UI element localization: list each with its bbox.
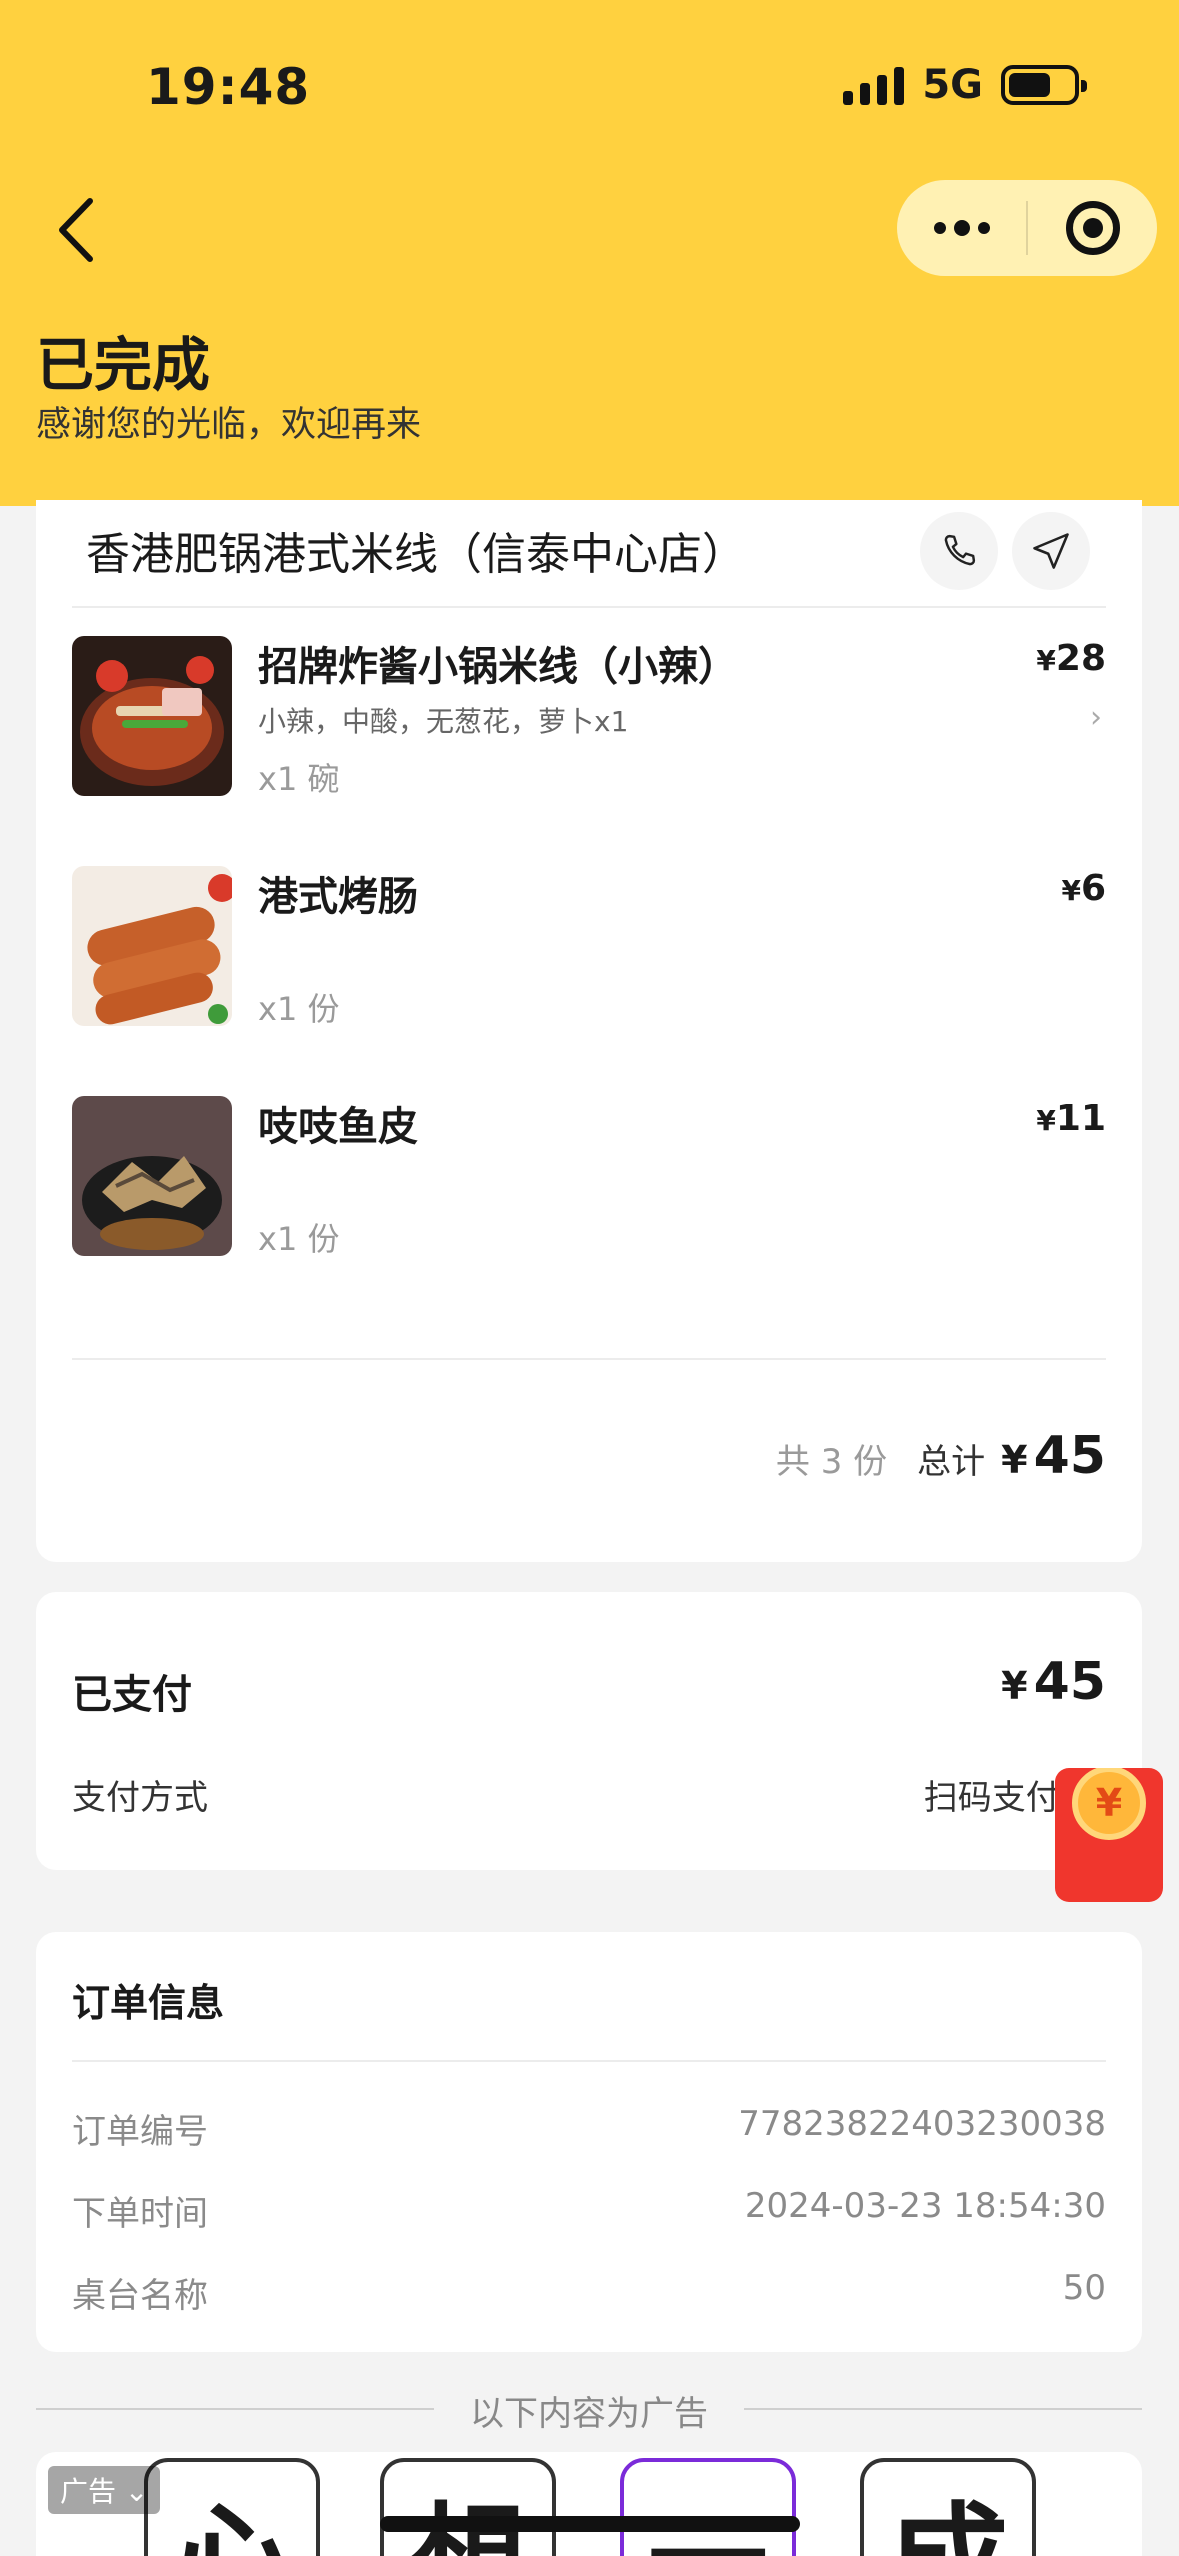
back-button[interactable]: [46, 190, 106, 270]
status-time: 19:48: [146, 58, 311, 116]
item-image: [72, 1096, 232, 1256]
close-mini-program-button[interactable]: [1028, 180, 1157, 276]
battery-icon: [1001, 65, 1087, 105]
ad-tile: 成: [860, 2458, 1036, 2556]
item-name: 吱吱鱼皮: [258, 1104, 418, 1150]
navigate-icon: [1033, 533, 1069, 569]
payment-status: 已支付: [72, 1672, 192, 1718]
ad-badge-label: 广告: [60, 2475, 117, 2508]
navigate-button[interactable]: [1012, 512, 1090, 590]
order-time-value: 2024-03-23 18:54:30: [744, 2186, 1106, 2226]
item-price: ¥6: [1061, 868, 1106, 909]
order-items-card: 香港肥锅港式米线（信泰中心店） 招牌炸酱小锅米线（小辣） 小辣，中酸，无葱花，萝: [36, 500, 1142, 1562]
currency-symbol: ¥: [1001, 1664, 1028, 1708]
phone-icon: [944, 534, 976, 566]
order-item[interactable]: 招牌炸酱小锅米线（小辣） 小辣，中酸，无葱花，萝卜x1 x1 碗 ¥28 ›: [72, 636, 1106, 801]
item-price: ¥11: [1036, 1098, 1106, 1139]
call-store-button[interactable]: [920, 512, 998, 590]
item-count: 共 3 份: [775, 1442, 888, 1482]
item-image: [72, 866, 232, 1026]
table-name-value: 50: [1062, 2268, 1106, 2308]
order-info-divider: [72, 2060, 1106, 2062]
back-arrow-icon: [59, 198, 93, 262]
table-name-label: 桌台名称: [72, 2276, 208, 2316]
item-image: [72, 636, 232, 796]
ad-badge[interactable]: 广告 ⌄: [48, 2466, 161, 2514]
item-quantity: x1 份: [258, 990, 340, 1028]
payment-card: 已支付 ¥ 45 支付方式 扫码支付-微: [36, 1592, 1142, 1870]
total-amount: 45: [1033, 1426, 1106, 1486]
item-name: 招牌炸酱小锅米线（小辣）: [258, 644, 738, 690]
paid-amount: ¥ 45: [1001, 1652, 1106, 1712]
item-quantity: x1 份: [258, 1220, 340, 1258]
ad-separator: 以下内容为广告: [36, 2384, 1142, 2434]
item-name: 港式烤肠: [258, 874, 418, 920]
total-label: 总计: [917, 1442, 986, 1482]
network-type: 5G: [922, 62, 983, 108]
order-item: 吱吱鱼皮 x1 份 ¥11: [72, 1096, 1106, 1261]
page-title: 已完成: [36, 331, 211, 399]
target-icon: [1065, 201, 1120, 255]
chevron-right-icon[interactable]: ›: [1090, 700, 1102, 735]
order-info-card: 订单信息 订单编号 77823822403230038 下单时间 2024-03…: [36, 1932, 1142, 2352]
ad-tile: 一: [620, 2458, 796, 2556]
status-icons: 5G: [843, 62, 1087, 108]
order-summary: 共 3 份 总计 ¥ 45: [776, 1426, 1106, 1486]
ad-tile: 心: [144, 2458, 320, 2556]
order-time-label: 下单时间: [72, 2194, 208, 2234]
order-number-value[interactable]: 77823822403230038: [738, 2104, 1106, 2144]
red-packet-button[interactable]: ¥: [1055, 1768, 1163, 1902]
more-button[interactable]: [897, 180, 1026, 276]
signal-icon: [843, 65, 905, 105]
chevron-down-icon: ⌄: [124, 2475, 149, 2508]
order-number-label: 订单编号: [72, 2112, 208, 2152]
ad-banner[interactable]: 心 想 一 成 广告 ⌄: [36, 2452, 1142, 2556]
order-info-title: 订单信息: [72, 1981, 225, 2025]
more-dots-icon: [933, 220, 990, 236]
item-price: ¥28: [1036, 638, 1106, 679]
store-name[interactable]: 香港肥锅港式米线（信泰中心店）: [86, 518, 746, 582]
red-packet-icon: ¥: [1072, 1768, 1146, 1840]
header: 19:48 5G 已完成 感谢您的光临，欢迎再来: [0, 0, 1179, 506]
items-divider: [72, 1358, 1106, 1360]
home-indicator: [380, 2516, 800, 2532]
paid-amount-value: 45: [1033, 1652, 1106, 1712]
mini-program-capsule: [897, 180, 1157, 276]
ad-tile: 想: [380, 2458, 556, 2556]
ad-separator-text: 以下内容为广告: [470, 2394, 708, 2434]
currency-symbol: ¥: [1001, 1438, 1028, 1482]
item-spec: 小辣，中酸，无葱花，萝卜x1: [258, 705, 629, 738]
payment-method-label: 支付方式: [72, 1778, 208, 1818]
store-divider: [72, 606, 1106, 608]
item-quantity: x1 碗: [258, 760, 340, 798]
page-subtitle: 感谢您的光临，欢迎再来: [36, 405, 422, 445]
order-item: 港式烤肠 x1 份 ¥6: [72, 866, 1106, 1031]
